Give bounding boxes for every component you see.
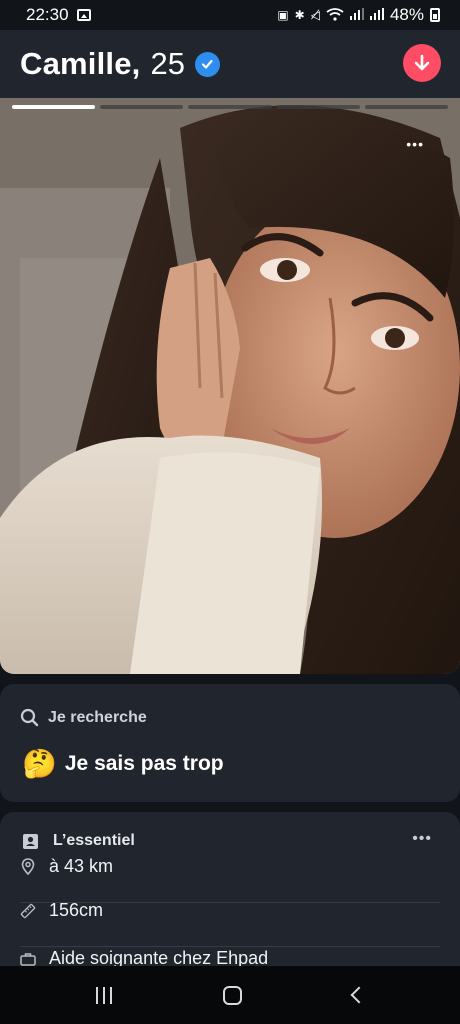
status-left: 22:30 — [26, 5, 91, 25]
looking-for-header: Je recherche — [20, 708, 147, 727]
check-badge-icon — [194, 51, 220, 77]
briefcase-icon — [20, 952, 36, 966]
height-text: 156cm — [49, 900, 104, 920]
recents-bar — [102, 986, 105, 1004]
recents-bar — [95, 986, 98, 1004]
photo-progress — [12, 105, 449, 109]
looking-for-text: Je sais pas trop — [64, 752, 224, 775]
thinking-face-icon: 🤔 — [22, 748, 57, 779]
photo-progress-segment — [364, 105, 449, 109]
looking-for-value: 🤔 Je sais pas trop — [22, 750, 224, 778]
profile-age: 25 — [150, 46, 185, 81]
photo-progress-segment — [100, 105, 184, 109]
signal-icon — [369, 8, 384, 22]
essentials-row-height: 156cm — [20, 900, 440, 921]
profile-header: Camille, 25 — [0, 30, 460, 98]
essentials-more-button[interactable]: ••• — [412, 830, 432, 848]
signal-icon — [349, 8, 364, 22]
photo-progress-segment — [276, 105, 360, 109]
profile-photo[interactable]: ••• — [0, 98, 460, 674]
status-time: 22:30 — [26, 5, 69, 24]
divider — [20, 946, 440, 947]
collapse-profile-button[interactable] — [403, 44, 441, 82]
looking-for-card: Je recherche 🤔 Je sais pas trop — [0, 684, 460, 802]
arrow-down-icon — [414, 54, 430, 71]
bluetooth-icon: ✱ — [294, 8, 305, 22]
screen: 22:30 ▣ ✱ ◁̸ 48% Camille, 25 ••• Je rech… — [0, 0, 460, 1024]
photo-illustration — [0, 98, 460, 674]
status-right: ▣ ✱ ◁̸ 48% — [277, 5, 440, 25]
looking-for-label: Je recherche — [48, 708, 147, 726]
id-card-icon — [23, 833, 38, 849]
mute-icon: ◁̸ — [310, 8, 320, 22]
photo-progress-segment-active — [12, 105, 96, 109]
save-icon: ▣ — [277, 8, 289, 22]
photo-progress-segment — [188, 105, 272, 109]
ruler-icon — [20, 902, 36, 920]
recents-icon[interactable] — [95, 986, 112, 1004]
location-pin-icon — [20, 858, 36, 875]
home-icon[interactable] — [222, 985, 242, 1005]
more-horizontal-icon[interactable]: ••• — [406, 136, 424, 152]
image-icon — [76, 9, 91, 21]
search-icon — [20, 708, 39, 727]
essentials-row-distance: à 43 km — [20, 856, 440, 877]
wifi-icon — [326, 7, 344, 23]
essentials-header: L’essentiel — [22, 832, 135, 850]
system-nav-bar — [0, 966, 460, 1024]
essentials-title: L’essentiel — [53, 832, 135, 849]
battery-icon — [430, 8, 440, 22]
back-icon[interactable] — [350, 986, 367, 1004]
status-bar: 22:30 ▣ ✱ ◁̸ 48% — [0, 0, 460, 30]
battery-level: 48% — [389, 5, 424, 24]
recents-bar — [109, 986, 112, 1004]
profile-name: Camille, — [20, 46, 141, 81]
distance-text: à 43 km — [49, 856, 114, 876]
